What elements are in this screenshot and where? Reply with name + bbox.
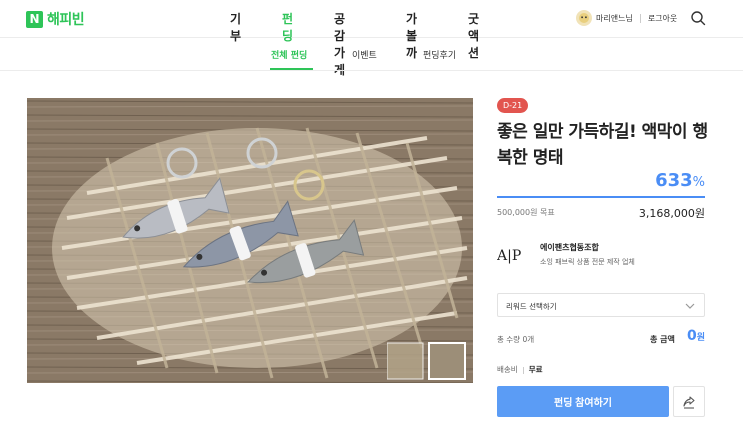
user-area: 마리앤느님 로그아웃: [576, 10, 677, 26]
tab-events[interactable]: 이벤트: [352, 48, 377, 61]
funding-percent: 633%: [655, 170, 705, 191]
image-thumbnails: [386, 342, 467, 383]
product-title: 좋은 일만 가득하길! 액막이 행복한 명태: [497, 122, 708, 168]
divider: [522, 366, 524, 374]
shipping-label: 배송비: [497, 365, 518, 374]
total-amount-label: 총 금액: [650, 335, 675, 344]
divider: [639, 13, 641, 23]
active-tab-indicator: [270, 68, 313, 70]
thumbnail[interactable]: [428, 342, 466, 380]
tab-funding-reviews[interactable]: 펀딩후기: [423, 48, 456, 61]
maker-logo-text: A|P: [497, 248, 521, 264]
d-day-badge: D-21: [497, 98, 529, 113]
thumbnail[interactable]: [386, 342, 424, 380]
percent-value: 633: [655, 170, 693, 191]
reward-select-dropdown[interactable]: 리워드 선택하기: [497, 293, 705, 317]
top-navigation-bar: N 해피빈 기부 펀딩 공감가게 가볼까 굿액션 마리앤느님 로그아웃: [0, 0, 743, 77]
user-face-icon: [579, 13, 589, 23]
maker-description: 소잉 패브릭 상품 전문 제작 업체: [540, 258, 635, 266]
reward-select-label: 리워드 선택하기: [506, 302, 557, 311]
funding-sub-nav: 전체 펀딩 이벤트 펀딩후기: [0, 39, 743, 71]
participate-funding-button[interactable]: 펀딩 참여하기: [497, 386, 669, 417]
product-photo-fish-keyrings: [27, 98, 473, 383]
user-name[interactable]: 마리앤느님: [596, 13, 633, 24]
funding-raised-amount: 3,168,000원: [638, 207, 705, 220]
avatar[interactable]: [576, 10, 592, 26]
shipping-value: 무료: [528, 365, 543, 374]
funding-progress-bar: [497, 196, 705, 198]
funding-goal: 500,000원 목표: [497, 208, 555, 217]
share-button[interactable]: [673, 386, 705, 417]
chevron-down-icon: [685, 303, 695, 309]
total-amount-number: 0: [686, 328, 697, 344]
product-main-image: [27, 98, 473, 383]
percent-sign: %: [692, 175, 705, 190]
logout-link[interactable]: 로그아웃: [648, 13, 677, 24]
shipping-info: 배송비 무료: [497, 364, 543, 375]
total-amount-value: 0원: [687, 328, 705, 344]
naver-n-icon: N: [26, 10, 43, 28]
search-icon[interactable]: [690, 10, 706, 26]
happybean-logo[interactable]: N 해피빈: [26, 9, 85, 29]
maker-name[interactable]: 에이팬츠협동조합: [540, 242, 599, 253]
maker-logo[interactable]: A|P: [497, 241, 533, 267]
share-icon: [683, 395, 695, 409]
total-quantity: 총 수량 0개: [497, 335, 535, 344]
total-amount-unit: 원: [696, 333, 705, 343]
tab-all-funding[interactable]: 전체 펀딩: [271, 48, 307, 61]
brand-name: 해피빈: [47, 12, 85, 28]
funding-progress-fill: [497, 196, 705, 198]
